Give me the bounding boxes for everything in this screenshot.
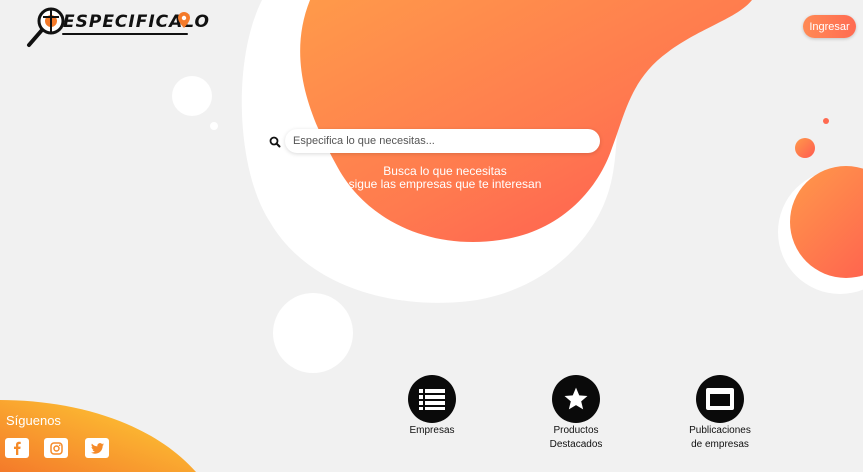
search-icon[interactable] bbox=[266, 133, 284, 151]
facebook-icon bbox=[14, 441, 21, 455]
window-icon[interactable] bbox=[696, 375, 744, 423]
category-label[interactable]: Publicaciones de empresas bbox=[655, 424, 785, 452]
follow-us-title: Síguenos bbox=[6, 413, 61, 428]
category-label[interactable]: Productos Destacados bbox=[511, 424, 641, 452]
category-publicaciones[interactable]: Publicaciones de empresas bbox=[655, 375, 785, 452]
tagline: Busca lo que necesitas sigue las empresa… bbox=[300, 165, 590, 191]
instagram-link[interactable] bbox=[44, 438, 68, 458]
twitter-link[interactable] bbox=[85, 438, 109, 458]
facebook-link[interactable] bbox=[5, 438, 29, 458]
magnifier-logo-icon bbox=[27, 7, 65, 47]
twitter-icon bbox=[90, 442, 104, 454]
search-bar[interactable] bbox=[285, 129, 600, 153]
tagline-line-2: sigue las empresas que te interesan bbox=[348, 177, 542, 191]
location-pin-icon bbox=[178, 12, 190, 28]
category-label[interactable]: Empresas bbox=[367, 424, 497, 438]
category-productos-destacados[interactable]: Productos Destacados bbox=[511, 375, 641, 452]
instagram-icon bbox=[49, 441, 63, 455]
category-empresas[interactable]: Empresas bbox=[367, 375, 497, 438]
list-icon[interactable] bbox=[408, 375, 456, 423]
search-input[interactable] bbox=[285, 129, 593, 153]
star-icon[interactable] bbox=[552, 375, 600, 423]
site-logo[interactable]: ESPECIFICALO bbox=[26, 6, 209, 50]
logo-underline bbox=[62, 33, 188, 35]
login-button[interactable]: Ingresar bbox=[803, 15, 856, 38]
